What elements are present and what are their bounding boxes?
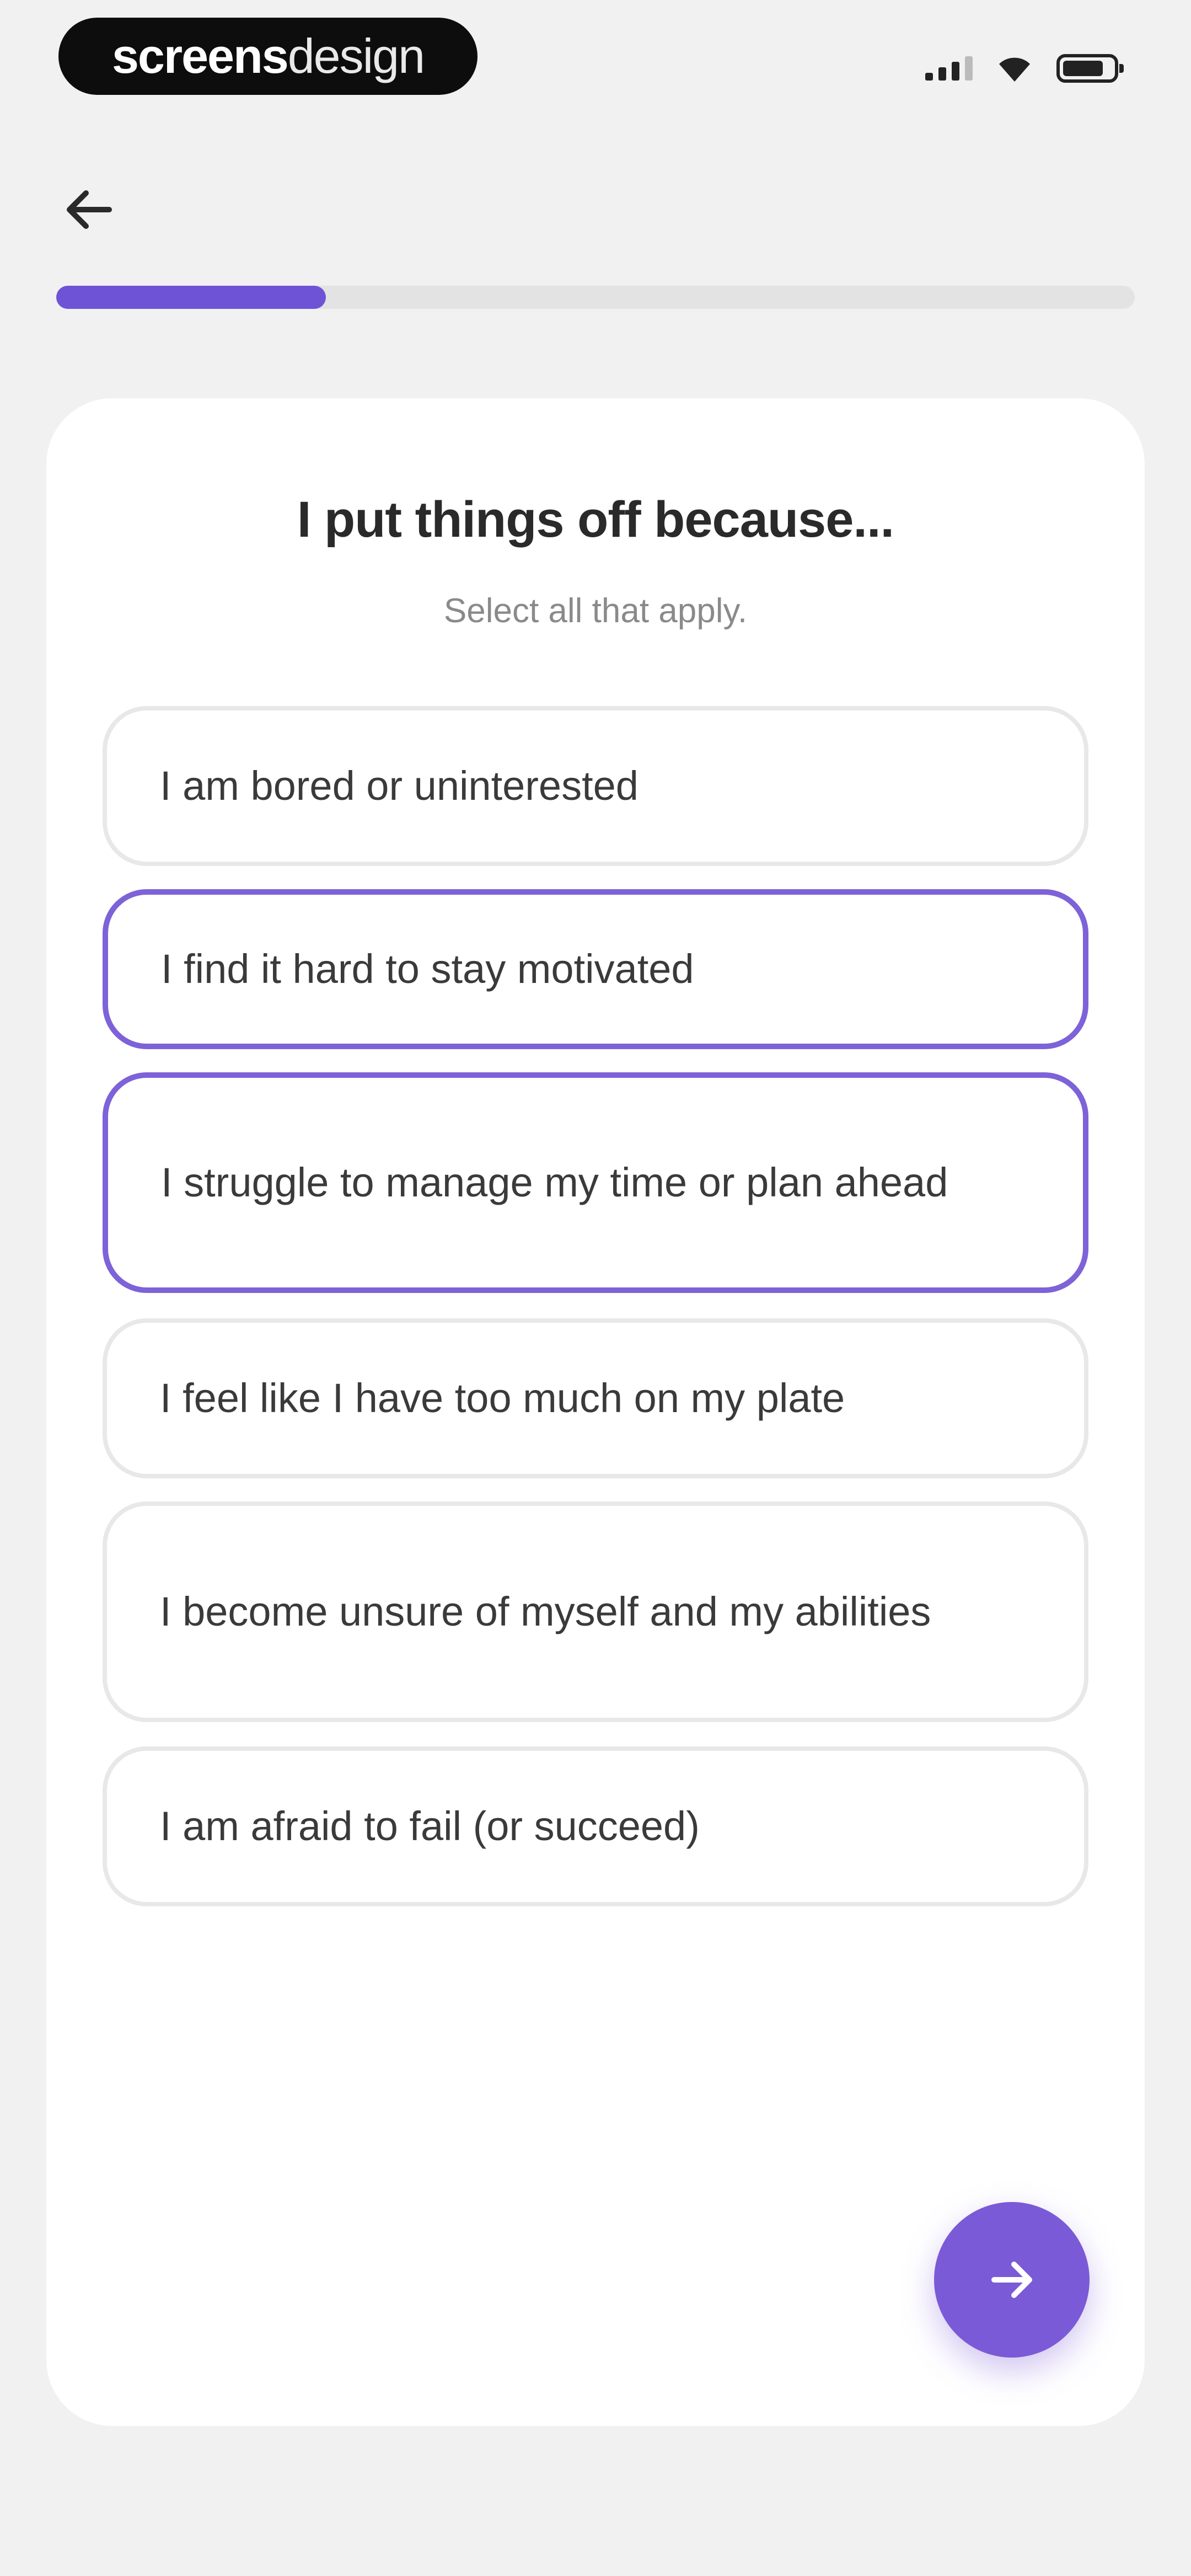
question-subtitle: Select all that apply.	[443, 592, 748, 630]
brand-logo-bold: screens	[111, 29, 289, 83]
option-label: I find it hard to stay motivated	[161, 946, 694, 992]
option-afraid-to-fail[interactable]: I am afraid to fail (or succeed)	[103, 1746, 1088, 1906]
option-label: I feel like I have too much on my plate	[160, 1375, 845, 1421]
option-self-doubt[interactable]: I become unsure of myself and my abiliti…	[103, 1501, 1088, 1722]
back-button[interactable]	[55, 177, 121, 243]
arrow-left-icon	[67, 190, 112, 229]
option-motivation[interactable]: I find it hard to stay motivated	[103, 889, 1088, 1049]
battery-icon	[1056, 54, 1124, 83]
brand-logo-light: design	[287, 29, 425, 83]
option-too-much[interactable]: I feel like I have too much on my plate	[103, 1318, 1088, 1478]
option-time-management[interactable]: I struggle to manage my time or plan ahe…	[103, 1072, 1088, 1293]
arrow-right-icon	[991, 2262, 1032, 2298]
option-label: I am afraid to fail (or succeed)	[160, 1803, 700, 1849]
status-icons	[925, 49, 1124, 88]
question-title: I put things off because...	[297, 491, 894, 548]
progress-fill	[56, 286, 326, 309]
next-button[interactable]	[934, 2202, 1090, 2358]
option-label: I am bored or uninterested	[160, 763, 639, 809]
cellular-signal-icon	[925, 56, 973, 81]
option-bored[interactable]: I am bored or uninterested	[103, 706, 1088, 866]
option-label: I become unsure of myself and my abiliti…	[160, 1589, 931, 1634]
brand-logo: screens design	[58, 18, 478, 95]
wifi-icon	[999, 57, 1030, 82]
option-label: I struggle to manage my time or plan ahe…	[161, 1159, 948, 1205]
